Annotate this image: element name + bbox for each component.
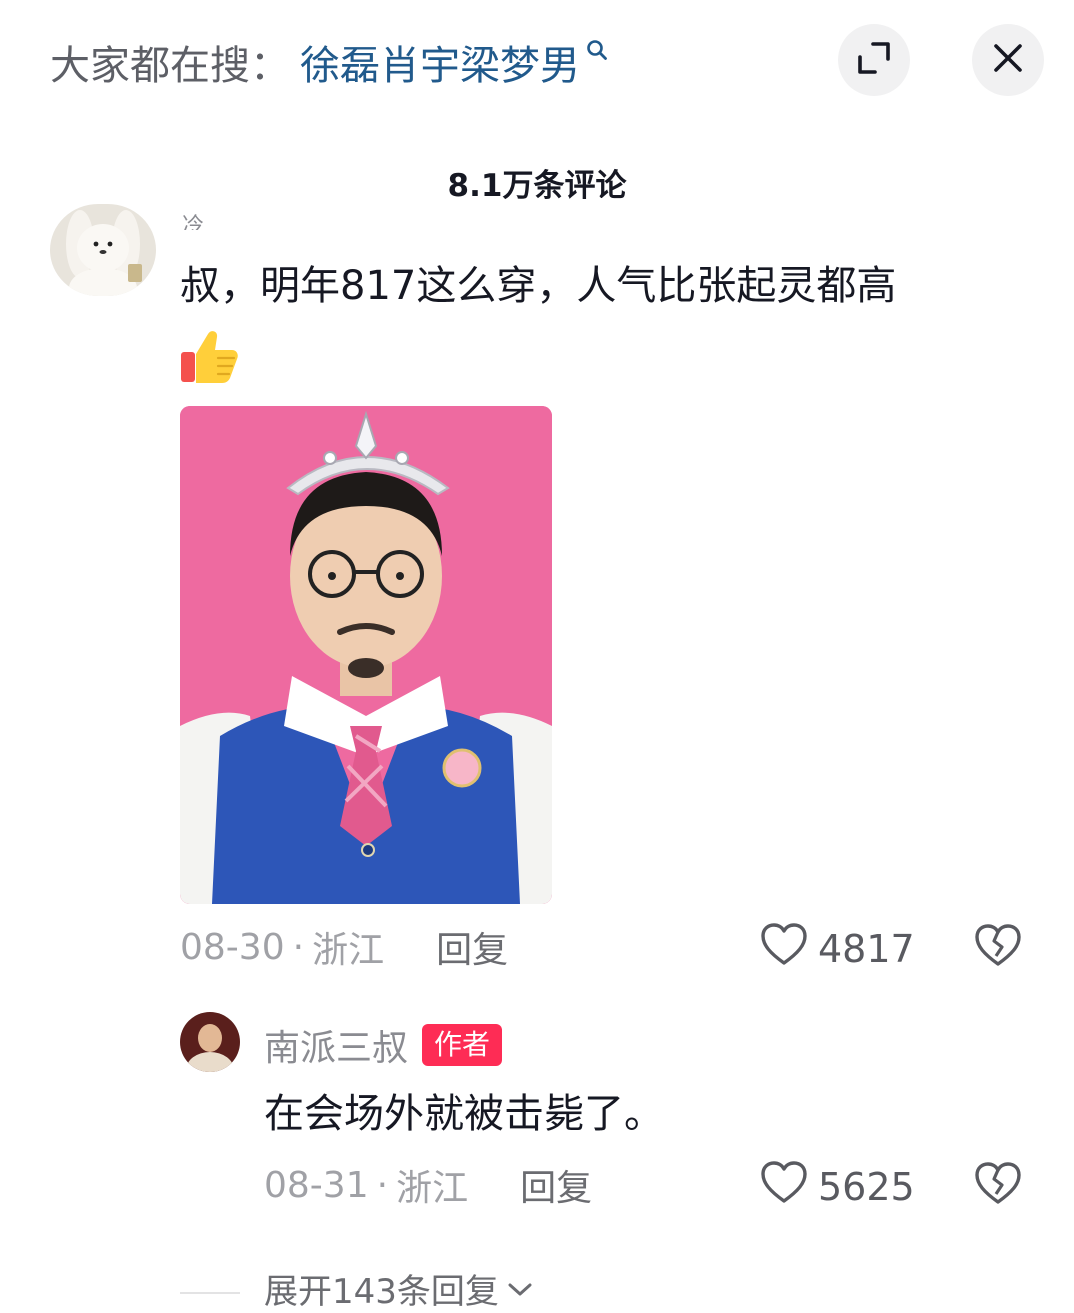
username-cutoff[interactable]: 冷 <box>182 208 204 230</box>
reply-location: 浙江 <box>396 1168 469 1209</box>
expand-replies[interactable]: 展开143条回复 <box>180 1262 533 1312</box>
broken-heart-icon <box>974 1162 1022 1209</box>
like-button[interactable]: 4817 <box>760 922 915 975</box>
reply-meta: 08-31 · 浙江 回复 <box>264 1160 592 1210</box>
comment-count-title: 8.1万条评论 <box>447 168 627 204</box>
reply-header: 南派三叔 作者 <box>264 1019 503 1071</box>
comment-image[interactable] <box>180 406 552 904</box>
reply-username[interactable]: 南派三叔 <box>264 1019 408 1071</box>
avatar[interactable] <box>180 1012 240 1072</box>
search-icon[interactable] <box>586 25 608 71</box>
dislike-button[interactable] <box>974 1161 1022 1209</box>
like-count: 4817 <box>818 926 915 971</box>
reply-button[interactable]: 回复 <box>436 921 508 973</box>
reply-button[interactable]: 回复 <box>520 1159 592 1211</box>
expand-replies-label[interactable]: 展开143条回复 <box>264 1264 499 1313</box>
reply-date: 08-31 <box>264 1164 369 1206</box>
top-bar: 大家都在搜： 徐磊肖宇梁梦男 <box>0 0 1074 120</box>
broken-heart-icon <box>974 924 1022 971</box>
meta-separator: · <box>292 926 305 968</box>
author-badge: 作者 <box>422 1024 503 1066</box>
like-button[interactable]: 5625 <box>760 1160 915 1213</box>
heart-icon <box>760 922 808 975</box>
comment-meta: 08-30 · 浙江 回复 <box>180 922 508 972</box>
reply-text: 在会场外就被击毙了。 <box>264 1091 664 1137</box>
search-suggestion[interactable]: 大家都在搜： 徐磊肖宇梁梦男 <box>50 34 608 90</box>
like-count: 5625 <box>818 1164 915 1209</box>
thumbs-up-icon <box>178 328 240 390</box>
comment-text: 叔，明年817这么穿，人气比张起灵都高 <box>180 263 897 309</box>
dislike-button[interactable] <box>974 923 1022 971</box>
collapse-button[interactable] <box>838 24 910 96</box>
close-button[interactable] <box>972 24 1044 96</box>
avatar[interactable] <box>50 204 156 296</box>
meta-separator: · <box>376 1164 389 1206</box>
close-icon <box>993 43 1023 77</box>
comment-location: 浙江 <box>312 930 385 971</box>
comment-date: 08-30 <box>180 926 285 968</box>
chevron-down-icon <box>507 1282 533 1302</box>
heart-icon <box>760 1160 808 1213</box>
search-term-link[interactable]: 徐磊肖宇梁梦男 <box>300 33 580 91</box>
search-prefix: 大家都在搜： <box>50 43 290 89</box>
collapse-icon <box>857 41 891 79</box>
